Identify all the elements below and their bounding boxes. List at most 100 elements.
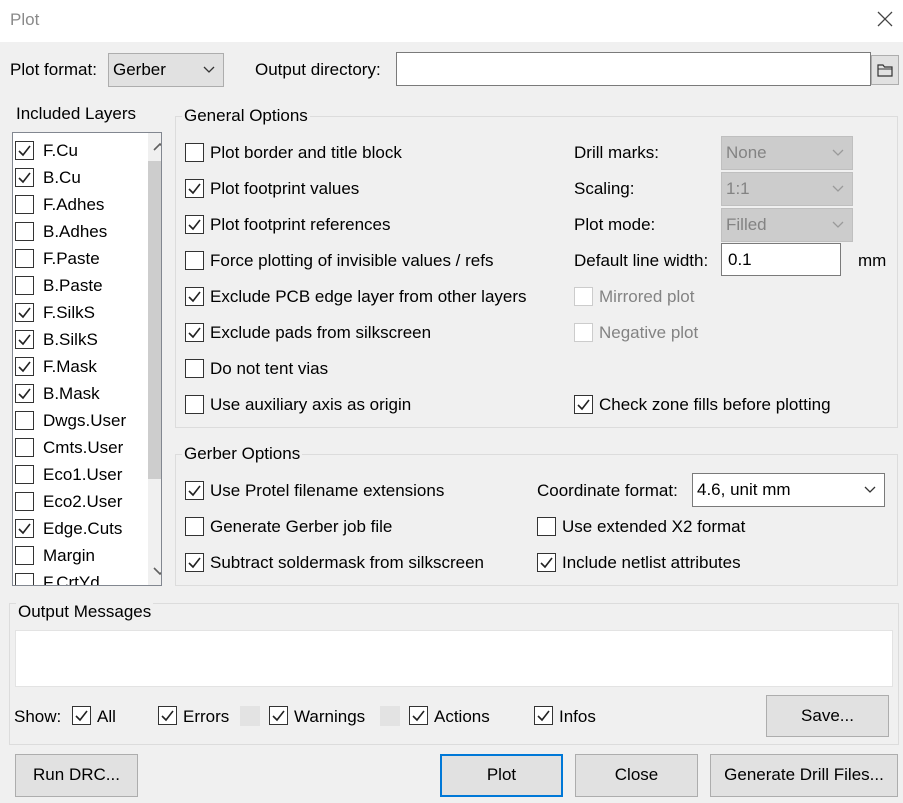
layer-checkbox[interactable] [15,411,34,430]
window-title: Plot [10,10,40,29]
line-width-input[interactable]: 0.1 [721,243,841,276]
checkmark-icon [18,388,31,400]
gerber-job-file-checkbox[interactable] [185,517,204,536]
line-width-label: Default line width: [574,251,709,270]
layer-checkbox[interactable] [15,249,34,268]
chevron-down-icon [832,221,844,228]
layer-item[interactable]: F.Adhes [13,191,137,218]
layer-item[interactable]: B.Adhes [13,218,137,245]
check-zone-fills-checkbox[interactable] [574,395,593,414]
layer-checkbox[interactable] [15,573,34,585]
output-messages-area[interactable] [15,630,893,687]
layer-checkbox[interactable] [15,195,34,214]
general-option-label: Use auxiliary axis as origin [210,395,412,414]
layer-checkbox[interactable] [15,330,34,349]
layer-item[interactable]: B.Mask [13,380,137,407]
subtract-soldermask-label: Subtract soldermask from silkscreen [210,553,484,572]
layer-item[interactable]: F.SilkS [13,299,137,326]
output-dir-label: Output directory: [255,60,381,79]
folder-icon [877,64,893,77]
layer-checkbox[interactable] [15,141,34,160]
layer-checkbox[interactable] [15,168,34,187]
checkmark-icon [577,399,590,411]
run-drc-button[interactable]: Run DRC... [15,754,138,797]
plot-button[interactable]: Plot [440,754,563,797]
layer-item[interactable]: Margin [13,542,137,569]
mirrored-plot-checkbox[interactable] [574,287,593,306]
scaling-dropdown[interactable]: 1:1 [721,172,853,206]
filter-errors-checkbox[interactable] [158,706,177,725]
filter-infos-checkbox[interactable] [534,706,553,725]
general-option-label: Plot footprint references [210,215,391,234]
layer-label: Eco1.User [43,465,123,484]
netlist-attributes-checkbox[interactable] [537,553,556,572]
layer-item[interactable]: Edge.Cuts [13,515,137,542]
output-dir-input[interactable] [396,52,871,86]
drill-marks-label: Drill marks: [574,143,659,162]
general-option-checkbox[interactable] [185,215,204,234]
filter-all-checkbox[interactable] [72,706,91,725]
layer-checkbox[interactable] [15,438,34,457]
checkmark-icon [272,710,285,722]
layer-item[interactable]: Cmts.User [13,434,137,461]
gerber-job-file-label: Generate Gerber job file [210,517,393,536]
checkmark-icon [188,183,201,195]
general-option-checkbox[interactable] [185,287,204,306]
general-option-checkbox[interactable] [185,179,204,198]
scroll-up-button[interactable] [148,133,161,161]
filter-actions-checkbox[interactable] [409,706,428,725]
layer-label: Margin [43,546,95,565]
scroll-down-button[interactable] [148,557,161,585]
layer-item[interactable]: B.Cu [13,164,137,191]
layer-item[interactable]: Eco1.User [13,461,137,488]
negative-plot-label: Negative plot [599,323,699,342]
filter-warnings-checkbox[interactable] [269,706,288,725]
layer-label: F.Mask [43,357,97,376]
layer-item[interactable]: F.Mask [13,353,137,380]
general-option-checkbox[interactable] [185,323,204,342]
general-option-checkbox[interactable] [185,251,204,270]
layer-item[interactable]: B.Paste [13,272,137,299]
layer-label: B.Mask [43,384,100,403]
protel-extensions-checkbox[interactable] [185,481,204,500]
close-button[interactable]: Close [575,754,698,797]
drill-marks-dropdown[interactable]: None [721,136,853,170]
checkmark-icon [18,361,31,373]
coordinate-format-dropdown[interactable]: 4.6, unit mm [692,473,885,507]
layer-label: F.SilkS [43,303,95,322]
layer-checkbox[interactable] [15,303,34,322]
layer-checkbox[interactable] [15,492,34,511]
layer-checkbox[interactable] [15,357,34,376]
plot-format-dropdown[interactable]: Gerber [108,53,224,87]
coordinate-format-label: Coordinate format: [537,481,678,500]
general-option-checkbox[interactable] [185,359,204,378]
checkmark-icon [188,557,201,569]
checkmark-icon [18,307,31,319]
layer-item[interactable]: F.CrtYd [13,569,137,585]
extended-x2-checkbox[interactable] [537,517,556,536]
layers-scroll-thumb[interactable] [148,161,161,479]
layer-checkbox[interactable] [15,222,34,241]
general-option-checkbox[interactable] [185,395,204,414]
layer-checkbox[interactable] [15,519,34,538]
general-options-title: General Options [182,106,310,126]
layer-item[interactable]: Dwgs.User [13,407,137,434]
included-layers-list[interactable]: F.Cu B.Cu F.Adhes B.Adhes F.Paste B.Paste F.Si… [12,132,162,586]
layer-checkbox[interactable] [15,546,34,565]
save-messages-button[interactable]: Save... [766,695,889,737]
layer-checkbox[interactable] [15,384,34,403]
chevron-down-icon [832,149,844,156]
subtract-soldermask-checkbox[interactable] [185,553,204,572]
general-option-checkbox[interactable] [185,143,204,162]
layer-item[interactable]: Eco2.User [13,488,137,515]
plot-mode-dropdown[interactable]: Filled [721,208,853,242]
layer-item[interactable]: F.Paste [13,245,137,272]
generate-drill-files-button[interactable]: Generate Drill Files... [710,754,898,797]
close-icon[interactable] [872,6,898,32]
browse-folder-button[interactable] [871,55,899,85]
layer-item[interactable]: B.SilkS [13,326,137,353]
layer-checkbox[interactable] [15,276,34,295]
negative-plot-checkbox[interactable] [574,323,593,342]
layer-item[interactable]: F.Cu [13,137,137,164]
layer-checkbox[interactable] [15,465,34,484]
